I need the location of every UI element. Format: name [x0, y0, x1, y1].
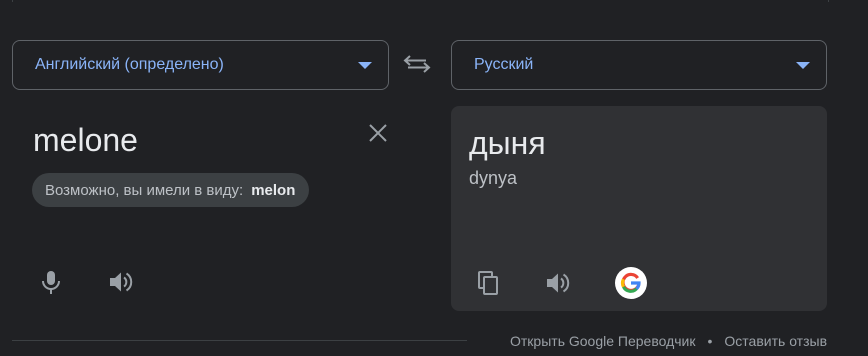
close-icon [369, 124, 387, 142]
open-in-google-button[interactable] [615, 267, 647, 299]
microphone-icon [42, 271, 60, 294]
source-language-select[interactable]: Английский (определено) [12, 40, 389, 90]
swap-languages-button[interactable] [402, 52, 432, 76]
clear-text-button[interactable] [366, 121, 390, 145]
translation-listen-button[interactable] [544, 269, 572, 297]
footer-links: Открыть Google Переводчик • Оставить отзыв [510, 333, 827, 349]
panel-top-border [12, 0, 829, 2]
translation-panel: дыня dynya [451, 106, 827, 311]
copy-icon [478, 271, 498, 295]
suggestion-prefix: Возможно, вы имели в виду: [45, 181, 244, 199]
caret-down-icon [796, 62, 810, 69]
send-feedback-link[interactable]: Оставить отзыв [724, 333, 827, 349]
target-language-select[interactable]: Русский [451, 40, 827, 90]
open-google-translate-link[interactable]: Открыть Google Переводчик [510, 333, 696, 349]
google-logo-icon [620, 272, 641, 293]
did-you-mean-chip[interactable]: Возможно, вы имели в виду: melon [32, 173, 310, 207]
source-text[interactable]: melone [33, 118, 138, 162]
transliteration-text: dynya [469, 168, 518, 188]
swap-languages-icon [403, 55, 431, 73]
source-listen-button[interactable] [107, 268, 135, 296]
bottom-divider [12, 340, 467, 341]
speaker-icon [547, 273, 570, 293]
target-language-label: Русский [474, 56, 534, 73]
suggestion-word: melon [251, 181, 296, 199]
caret-down-icon [358, 62, 372, 69]
copy-translation-button[interactable] [475, 269, 503, 297]
footer-separator: • [707, 333, 713, 349]
voice-input-button[interactable] [37, 268, 65, 296]
translation-text: дыня [469, 125, 546, 161]
speaker-icon [110, 272, 133, 292]
source-language-label: Английский (определено) [35, 56, 224, 73]
